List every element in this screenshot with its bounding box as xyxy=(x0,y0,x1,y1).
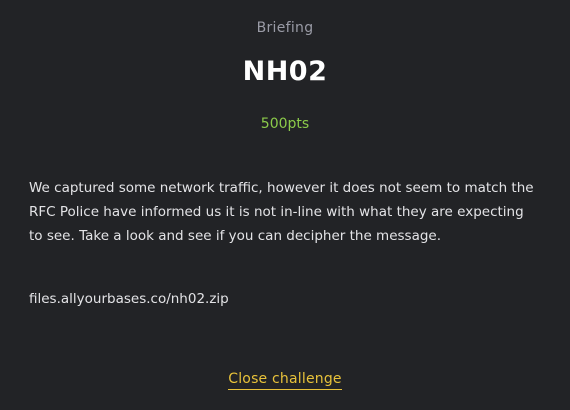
challenge-category: Briefing xyxy=(256,20,314,36)
challenge-modal: Briefing NH02 500pts We captured some ne… xyxy=(0,0,570,410)
close-challenge-button[interactable]: Close challenge xyxy=(228,371,342,390)
challenge-file-link[interactable]: files.allyourbases.co/nh02.zip xyxy=(29,287,229,311)
challenge-points: 500pts xyxy=(260,116,310,132)
close-container: Close challenge xyxy=(0,368,570,390)
challenge-title: NH02 xyxy=(242,56,328,87)
challenge-description: We captured some network traffic, howeve… xyxy=(29,180,534,244)
